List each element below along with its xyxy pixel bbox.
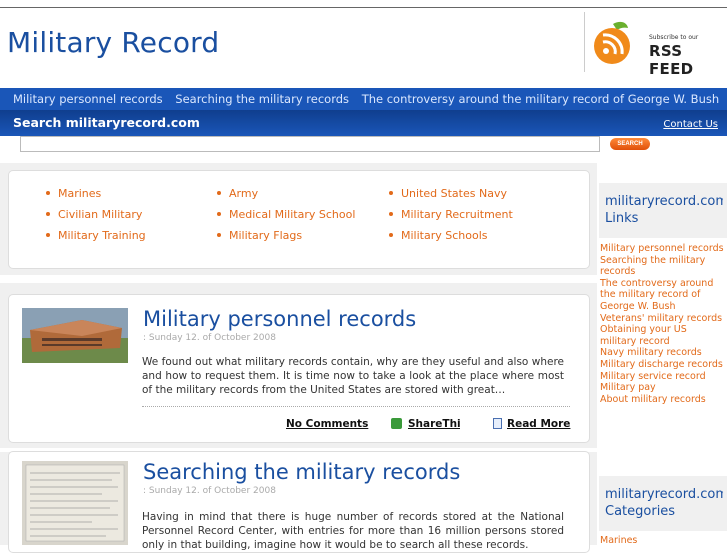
document-icon xyxy=(493,418,502,429)
category-military-training[interactable]: Military Training xyxy=(46,229,146,242)
share-this-link[interactable]: ShareThis xyxy=(408,418,460,430)
post-date: : Sunday 12. of October 2008 xyxy=(143,333,276,343)
sidebar-categories-title: militaryrecord.com Categories xyxy=(605,487,723,519)
nav-menu: Military personnel records Searching the… xyxy=(13,92,727,106)
category-marines[interactable]: Marines xyxy=(46,187,101,200)
site-title[interactable]: Military Record xyxy=(7,26,219,59)
top-rule xyxy=(0,7,727,8)
sidebar-link[interactable]: Veterans' military records xyxy=(600,313,724,325)
category-army[interactable]: Army xyxy=(217,187,258,200)
post-title[interactable]: Searching the military records xyxy=(143,460,460,484)
share-icon xyxy=(391,418,402,429)
category-military-schools[interactable]: Military Schools xyxy=(389,229,488,242)
sidebar-category-marines[interactable]: Marines xyxy=(600,535,637,546)
sidebar-link[interactable]: Obtaining your US military record xyxy=(600,324,724,347)
bullet-icon xyxy=(46,191,50,195)
sidebar-link[interactable]: Military personnel records xyxy=(600,243,724,255)
bullet-icon xyxy=(389,233,393,237)
post-title[interactable]: Military personnel records xyxy=(143,307,416,331)
category-us-navy[interactable]: United States Navy xyxy=(389,187,507,200)
bullet-icon xyxy=(217,191,221,195)
sidebar-link[interactable]: The controversy around the military reco… xyxy=(600,278,724,313)
sidebar-link[interactable]: Searching the military records xyxy=(600,255,724,278)
category-military-flags[interactable]: Military Flags xyxy=(217,229,302,242)
header-divider xyxy=(584,12,585,72)
rss-subscribe-text: Subscribe to our xyxy=(649,34,699,41)
sidebar-link[interactable]: Military service record xyxy=(600,371,724,383)
contact-us-link[interactable]: Contact Us xyxy=(663,119,718,130)
post-thumbnail-document[interactable] xyxy=(22,461,128,545)
search-input[interactable] xyxy=(20,136,600,152)
nav-item-searching[interactable]: Searching the military records xyxy=(175,92,349,106)
post-date: : Sunday 12. of October 2008 xyxy=(143,486,276,496)
no-comments-link[interactable]: No Comments xyxy=(286,418,368,430)
search-button[interactable]: SEARCH xyxy=(610,138,650,150)
bullet-icon xyxy=(217,233,221,237)
sidebar-links-list: Military personnel records Searching the… xyxy=(600,243,724,405)
bullet-icon xyxy=(389,212,393,216)
category-civilian-military[interactable]: Civilian Military xyxy=(46,208,142,221)
post-excerpt: Having in mind that there is huge number… xyxy=(142,511,564,551)
bullet-icon xyxy=(389,191,393,195)
sidebar-links-title: militaryrecord.com Links xyxy=(605,194,723,226)
sidebar-link[interactable]: About military records xyxy=(600,394,724,406)
bullet-icon xyxy=(46,233,50,237)
category-military-recruitment[interactable]: Military Recruitment xyxy=(389,208,513,221)
rss-feed-link[interactable]: RSS FEED xyxy=(649,42,727,78)
nav-item-personnel[interactable]: Military personnel records xyxy=(13,92,163,106)
post-thumbnail-building[interactable] xyxy=(22,308,128,363)
category-medical-military-school[interactable]: Medical Military School xyxy=(217,208,355,221)
post-divider xyxy=(142,406,570,407)
post-excerpt: We found out what military records conta… xyxy=(142,356,564,396)
nav-item-controversy[interactable]: The controversy around the military reco… xyxy=(362,92,719,106)
rss-icon[interactable] xyxy=(590,18,636,66)
sidebar-link[interactable]: Navy military records xyxy=(600,347,724,359)
bullet-icon xyxy=(217,212,221,216)
read-more-link[interactable]: Read More xyxy=(507,418,570,430)
sidebar-link[interactable]: Military discharge records xyxy=(600,359,724,371)
bullet-icon xyxy=(46,212,50,216)
search-label: Search militaryrecord.com xyxy=(13,115,200,130)
sidebar-link[interactable]: Military pay xyxy=(600,382,724,394)
